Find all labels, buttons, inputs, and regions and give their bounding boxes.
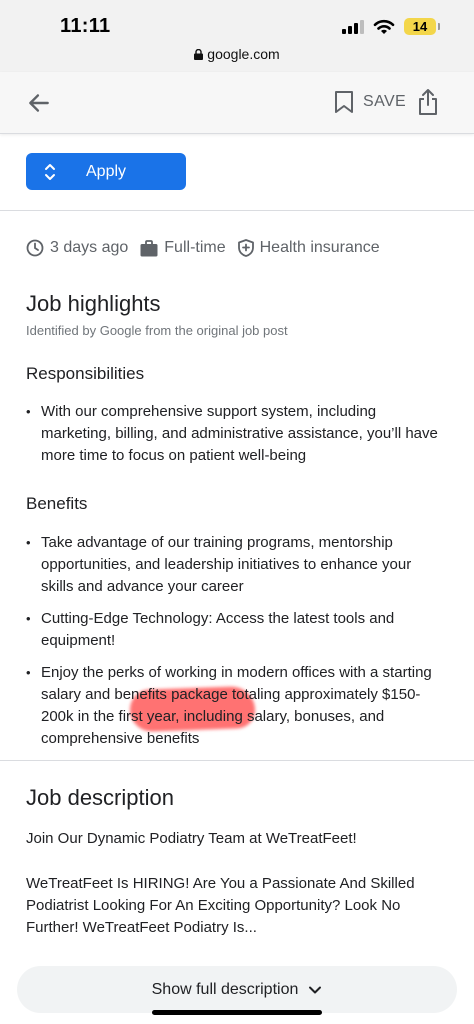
address-bar[interactable]: google.com: [0, 46, 474, 62]
job-type-text: Full-time: [164, 239, 226, 256]
chevron-down-icon: [309, 986, 322, 993]
url-text: google.com: [207, 46, 280, 62]
status-bar: 11:11 14 google.com: [0, 0, 474, 72]
apply-button[interactable]: Apply: [26, 153, 186, 190]
save-label: SAVE: [363, 93, 407, 110]
show-full-description-label: Show full description: [151, 980, 299, 998]
list-item: Enjoy the perks of working in modern off…: [26, 662, 446, 750]
list-item: Take advantage of our training programs,…: [26, 532, 446, 598]
lock-icon: [194, 49, 204, 60]
responsibilities-heading: Responsibilities: [26, 364, 145, 383]
battery-icon: 14: [404, 18, 440, 35]
posted-text: 3 days ago: [50, 239, 129, 256]
back-arrow-icon[interactable]: [26, 90, 52, 116]
job-type: Full-time: [140, 239, 226, 257]
top-bar: SAVE: [0, 72, 474, 134]
save-button[interactable]: SAVE: [334, 90, 406, 114]
home-indicator[interactable]: [152, 1010, 322, 1015]
shield-plus-icon: [237, 239, 254, 257]
cellular-signal-icon: [342, 19, 364, 34]
status-time: 11:11: [60, 15, 111, 37]
list-item: Cutting-Edge Technology: Access the late…: [26, 608, 446, 652]
bookmark-icon: [335, 91, 353, 113]
benefits-list: Take advantage of our training programs,…: [26, 532, 446, 750]
description-paragraph: WeTreatFeet Is HIRING! Are You a Passion…: [26, 875, 415, 936]
briefcase-icon: [140, 239, 158, 256]
status-icons: 14: [342, 18, 440, 35]
health-insurance-text: Health insurance: [259, 239, 380, 256]
job-highlights-title: Job highlights: [26, 291, 161, 316]
wifi-icon: [373, 19, 395, 34]
share-icon[interactable]: [417, 88, 439, 116]
job-description-title: Job description: [26, 785, 174, 810]
expand-chevrons-icon: [45, 164, 55, 180]
description-paragraph: Join Our Dynamic Podiatry Team at WeTrea…: [26, 830, 357, 847]
apply-label: Apply: [86, 163, 127, 180]
job-highlights-subtitle: Identified by Google from the original j…: [26, 323, 288, 338]
benefits-heading: Benefits: [26, 494, 88, 513]
health-insurance: Health insurance: [237, 239, 380, 257]
list-item: With our comprehensive support system, i…: [26, 401, 446, 467]
clock-icon: [26, 239, 44, 257]
show-full-description-button[interactable]: Show full description: [17, 966, 457, 1013]
divider: [0, 210, 474, 211]
responsibilities-list: With our comprehensive support system, i…: [26, 401, 446, 467]
job-meta-row: 3 days ago Full-time Health insurance: [26, 239, 392, 257]
divider: [0, 760, 474, 761]
posted-date: 3 days ago: [26, 239, 128, 257]
